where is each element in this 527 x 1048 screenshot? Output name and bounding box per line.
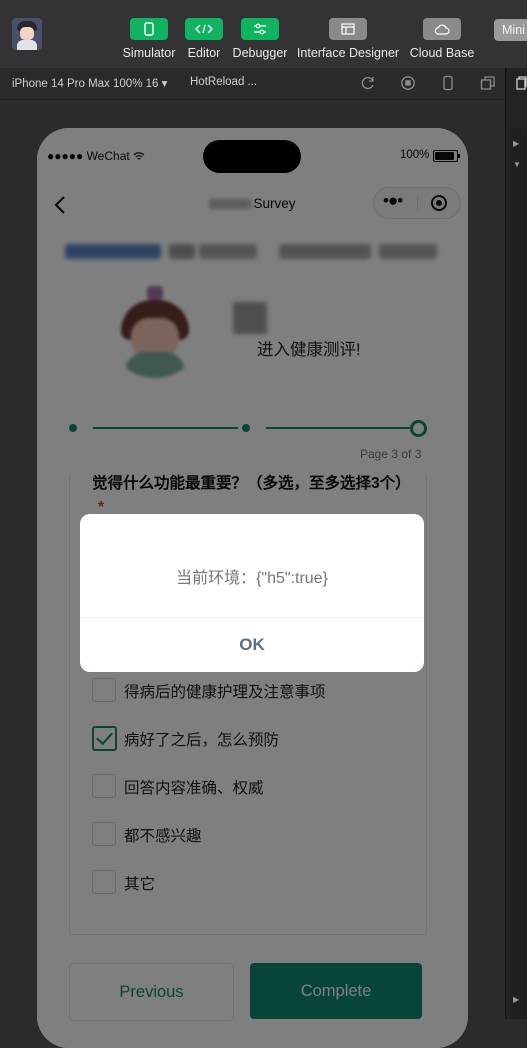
dialog-message: 当前环境：{"h5":true}: [176, 570, 328, 587]
device-rotate-icon[interactable]: [440, 75, 456, 91]
cloud-base-button[interactable]: Cloud Base: [409, 18, 475, 60]
interface-designer-label: Interface Designer: [296, 46, 400, 60]
interface-designer-button[interactable]: Interface Designer: [296, 18, 400, 60]
editor-label: Editor: [187, 46, 221, 60]
dialog-ok-button[interactable]: OK: [80, 618, 424, 672]
collapse-arrow-icon[interactable]: ▼: [513, 160, 521, 169]
stop-icon[interactable]: [400, 75, 416, 91]
cloud-base-label: Cloud Base: [409, 46, 475, 60]
copy-icon[interactable]: [516, 76, 527, 90]
layout-icon: [329, 18, 367, 40]
refresh-icon[interactable]: [360, 75, 376, 91]
expand-arrow-icon[interactable]: ▶: [513, 139, 519, 148]
simulator-button[interactable]: Simulator: [120, 18, 178, 60]
phone-icon: [130, 18, 168, 40]
user-avatar[interactable]: [12, 18, 42, 50]
debugger-label: Debugger: [232, 46, 288, 60]
sliders-icon: [241, 18, 279, 40]
editor-button[interactable]: Editor: [184, 18, 224, 60]
popout-icon[interactable]: [480, 75, 496, 91]
top-toolbar: Simulator Editor Debugger Interface Desi…: [0, 0, 527, 68]
simulator-label: Simulator: [122, 46, 176, 60]
debugger-button[interactable]: Debugger: [231, 18, 289, 60]
right-panel-strip: [510, 130, 527, 1019]
alert-dialog: 当前环境：{"h5":true} OK: [80, 514, 424, 672]
mini-program-button[interactable]: Mini: [494, 19, 527, 41]
hotreload-selector[interactable]: HotReload ...: [190, 76, 257, 88]
device-selector[interactable]: iPhone 14 Pro Max 100% 16 ▾: [12, 76, 167, 90]
cloud-icon: [423, 18, 461, 40]
phone-simulator: ●●●●● WeChat 100% Survey •●• 进入健康测评! Pag…: [37, 128, 468, 1048]
code-icon: [185, 18, 223, 40]
scroll-arrow-icon[interactable]: ▶: [513, 995, 519, 1004]
